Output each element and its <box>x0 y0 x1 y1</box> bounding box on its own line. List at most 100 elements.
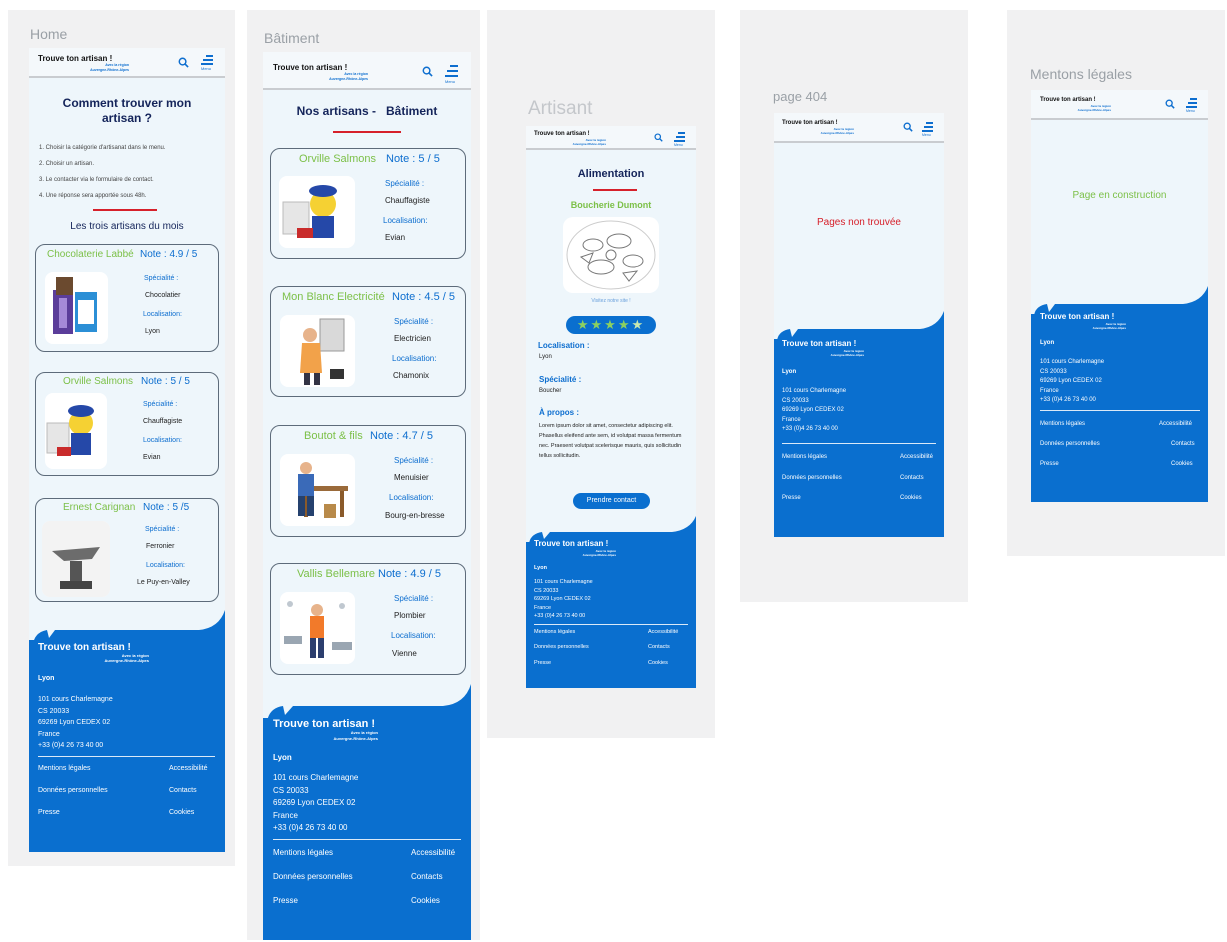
star-icon: ★ <box>576 317 591 332</box>
artisan-note: Note : 5 /5 <box>143 502 190 513</box>
search-icon[interactable] <box>422 66 433 77</box>
footer-link-legal[interactable]: Mentions légales <box>1040 421 1085 427</box>
location-value: Le Puy-en-Valley <box>137 579 190 586</box>
footer-link-press[interactable]: Presse <box>1040 461 1059 467</box>
about-text: Lorem ipsum dolor sit amet, consectetur … <box>539 423 682 459</box>
brand-logo[interactable]: Trouve ton artisan ! <box>1040 97 1096 103</box>
artisan-note: Note : 4.9 / 5 <box>140 249 198 260</box>
menu-label: Menu <box>201 66 212 71</box>
footer-link-personal-data[interactable]: Données personnelles <box>1040 441 1100 447</box>
specialty-value: Ferronier <box>146 543 175 550</box>
footer-link-cookies[interactable]: Cookies <box>648 660 668 666</box>
search-icon[interactable] <box>178 57 189 68</box>
footer-link-legal[interactable]: Mentions légales <box>782 454 827 460</box>
footer-link-cookies[interactable]: Cookies <box>1171 461 1193 467</box>
footer-link-cookies[interactable]: Cookies <box>900 495 922 501</box>
menu-icon[interactable]: Menu <box>445 65 459 87</box>
brand-logo[interactable]: Trouve ton artisan ! <box>534 131 590 137</box>
specialty-value: Chocolatier <box>145 292 181 299</box>
location-label: Localisation: <box>383 216 428 225</box>
menu-icon[interactable]: Menu <box>674 132 686 150</box>
home-steps: 1. Choisir la catégorie d'artisanat dans… <box>39 140 224 204</box>
site-footer: Trouve ton artisan ! Avec la région Auve… <box>29 608 225 852</box>
artisan-card[interactable]: Chocolaterie Labbé Note : 4.9 / 5 Spécia… <box>35 244 219 352</box>
frame-title-home: Home <box>30 26 68 42</box>
specialty-label: Spécialité : <box>394 456 434 465</box>
footer-link-personal-data[interactable]: Données personnelles <box>534 644 589 650</box>
footer-link-cookies[interactable]: Cookies <box>411 896 440 905</box>
artisan-card[interactable]: Orville Salmons Note : 5 / 5 Spécialité … <box>270 148 466 259</box>
footer-link-press[interactable]: Presse <box>38 809 60 816</box>
artisan-note: Note : 5 / 5 <box>141 376 190 387</box>
footer-link-personal-data[interactable]: Données personnelles <box>782 475 842 481</box>
location-label: Localisation : <box>538 341 590 350</box>
footer-link-accessibility[interactable]: Accessibilité <box>648 629 678 635</box>
contact-button[interactable]: Prendre contact <box>573 493 650 509</box>
frame-title-404: page 404 <box>773 89 828 104</box>
footer-brand-sub-2: Auvergne-Rhône-Alpes <box>830 353 864 357</box>
location-value: Vienne <box>392 649 417 658</box>
menu-label: Menu <box>922 133 931 137</box>
brand-logo[interactable]: Trouve ton artisan ! <box>273 63 347 72</box>
category-title: Nos artisans - Bâtiment <box>296 104 438 118</box>
specialty-value: Boucher <box>539 388 562 394</box>
footer-link-contacts[interactable]: Contacts <box>900 475 924 481</box>
footer-link-accessibility[interactable]: Accessibilité <box>411 848 455 857</box>
footer-link-personal-data[interactable]: Données personnelles <box>273 872 353 881</box>
footer-link-press[interactable]: Presse <box>782 495 801 501</box>
location-value: Bourg-en-bresse <box>385 511 445 520</box>
menu-icon[interactable]: Menu <box>922 122 934 140</box>
specialty-label: Spécialité : <box>385 179 425 188</box>
phone-home: Trouve ton artisan ! Avec la région Auve… <box>29 48 225 852</box>
artisan-image <box>45 393 107 469</box>
footer-link-cookies[interactable]: Cookies <box>169 809 194 816</box>
specialty-label: Spécialité : <box>144 275 179 282</box>
artisan-card[interactable]: Orville Salmons Note : 5 / 5 Spécialité … <box>35 372 219 476</box>
artisan-card[interactable]: Vallis Bellemare Note : 4.9 / 5 Spéciali… <box>270 563 466 675</box>
brand-logo[interactable]: Trouve ton artisan ! <box>782 120 838 126</box>
search-icon[interactable] <box>654 133 663 142</box>
footer-link-contacts[interactable]: Contacts <box>1171 441 1195 447</box>
footer-link-legal[interactable]: Mentions légales <box>273 848 333 857</box>
footer-link-press[interactable]: Presse <box>273 896 298 905</box>
footer-brand-sub-2: Auvergne-Rhône-Alpes <box>104 658 149 663</box>
specialty-value: Menuisier <box>394 473 429 482</box>
artisan-image <box>279 176 355 248</box>
artisan-image <box>563 217 659 293</box>
artisan-card[interactable]: Ernest Carignan Note : 5 /5 Spécialité :… <box>35 498 219 602</box>
footer-link-legal[interactable]: Mentions légales <box>38 765 91 772</box>
location-label: Localisation: <box>143 437 182 444</box>
menu-icon[interactable]: Menu <box>201 55 215 75</box>
footer-link-contacts[interactable]: Contacts <box>648 644 670 650</box>
location-label: Localisation: <box>392 354 437 363</box>
brand-sub-1: Avec la région <box>105 63 129 67</box>
star-icon: ★ <box>617 317 632 332</box>
artisan-card[interactable]: Mon Blanc Electricité Note : 4.5 / 5 Spé… <box>270 286 466 397</box>
location-value: Lyon <box>539 354 552 360</box>
website-link[interactable]: Visitez notre site ! <box>526 298 696 304</box>
brand-sub-2: Auvergne-Rhône-Alpes <box>90 68 129 72</box>
footer-brand: Trouve ton artisan ! <box>1040 312 1115 321</box>
home-title: Comment trouver mon artisan ? <box>62 96 192 125</box>
artisan-name: Boutot & fils <box>304 430 363 442</box>
footer-link-contacts[interactable]: Contacts <box>411 872 443 881</box>
artisan-image <box>280 315 355 387</box>
search-icon[interactable] <box>903 122 913 132</box>
specialty-label: Spécialité : <box>539 375 582 384</box>
location-value: Evian <box>143 454 161 461</box>
artisan-name: Ernest Carignan <box>63 502 136 513</box>
menu-icon[interactable]: Menu <box>1186 98 1198 116</box>
footer-link-contacts[interactable]: Contacts <box>169 787 197 794</box>
footer-brand-sub-2: Auvergne-Rhône-Alpes <box>1092 326 1126 330</box>
footer-address: 101 cours Charlemagne CS 20033 69269 Lyon … <box>38 696 113 749</box>
footer-link-accessibility[interactable]: Accessibilité <box>169 765 208 772</box>
footer-link-legal[interactable]: Mentions légales <box>534 629 575 635</box>
footer-link-accessibility[interactable]: Accessibilité <box>1159 421 1192 427</box>
footer-link-personal-data[interactable]: Données personnelles <box>38 787 108 794</box>
frame-title-mentions: Mentons légales <box>1030 66 1132 82</box>
footer-link-press[interactable]: Presse <box>534 660 551 666</box>
artisan-card[interactable]: Boutot & fils Note : 4.7 / 5 Spécialité … <box>270 425 466 537</box>
search-icon[interactable] <box>1165 99 1175 109</box>
brand-logo[interactable]: Trouve ton artisan ! <box>38 54 112 63</box>
footer-link-accessibility[interactable]: Accessibilité <box>900 454 933 460</box>
